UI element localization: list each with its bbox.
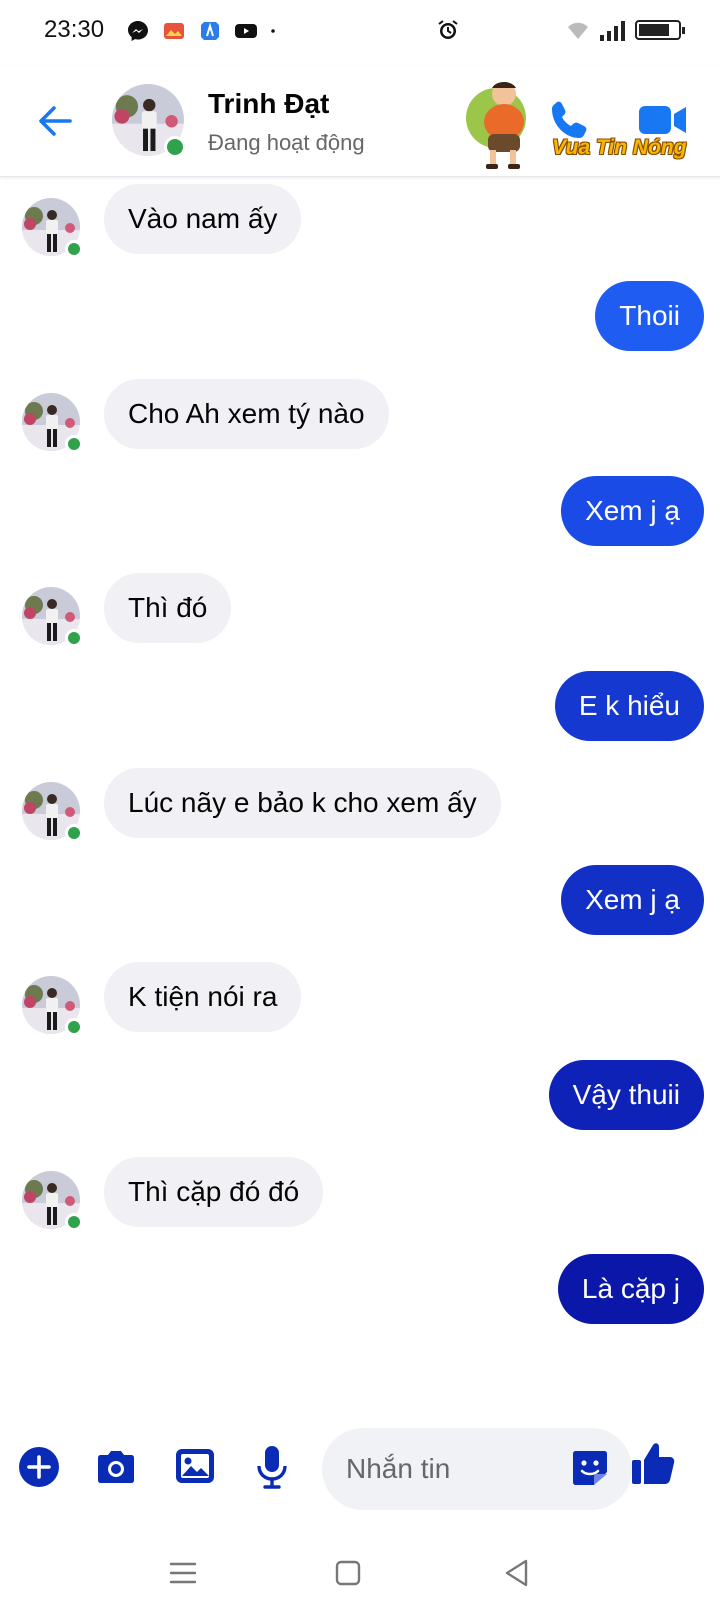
sender-avatar[interactable] <box>22 198 83 258</box>
sender-avatar[interactable] <box>22 782 83 842</box>
online-indicator <box>65 1213 83 1231</box>
online-indicator <box>65 240 83 258</box>
outgoing-message[interactable]: E k hiểu <box>554 671 704 741</box>
incoming-message[interactable]: Cho Ah xem tý nào <box>104 379 389 449</box>
online-indicator <box>65 824 83 842</box>
sender-avatar[interactable] <box>22 393 83 453</box>
outgoing-message[interactable]: Vậy thuii <box>548 1060 704 1130</box>
recent-apps-icon[interactable] <box>166 1556 200 1590</box>
signal-icon <box>600 19 625 41</box>
contact-name[interactable]: Trinh Đạt <box>208 88 329 120</box>
incoming-message[interactable]: Vào nam ấy <box>104 184 302 254</box>
presence-status: Đang hoạt động <box>208 130 365 155</box>
system-nav-bar <box>0 1530 720 1612</box>
system-icons <box>436 18 685 42</box>
online-indicator <box>164 136 186 158</box>
contact-avatar[interactable] <box>112 84 186 158</box>
sender-avatar[interactable] <box>22 587 83 647</box>
more-dot-icon <box>271 29 275 33</box>
outgoing-message[interactable]: Xem j ạ <box>561 476 704 546</box>
incoming-message[interactable]: Thì đó <box>104 573 232 643</box>
photos-icon <box>164 23 184 39</box>
phone-icon[interactable] <box>548 98 592 142</box>
online-indicator <box>65 1018 83 1036</box>
camera-icon[interactable] <box>94 1447 138 1487</box>
thumbs-up-icon[interactable] <box>630 1440 676 1488</box>
facebook-lite-icon <box>201 22 219 40</box>
outgoing-message[interactable]: Là cặp j <box>557 1254 704 1324</box>
microphone-icon[interactable] <box>256 1444 288 1490</box>
notification-icons <box>126 19 282 43</box>
home-icon[interactable] <box>331 1556 365 1590</box>
online-indicator <box>65 629 83 647</box>
composer <box>0 1420 720 1530</box>
sticker-icon[interactable] <box>570 1448 610 1488</box>
incoming-message[interactable]: Thì cặp đó đó <box>104 1157 324 1227</box>
chat-header: Trinh Đạt Đang hoạt động Vua Tin Nóng <box>0 66 720 177</box>
sender-avatar[interactable] <box>22 976 83 1036</box>
messenger-icon <box>128 21 148 41</box>
wifi-icon <box>568 22 588 39</box>
gallery-icon[interactable] <box>174 1446 216 1486</box>
alarm-icon <box>438 20 458 39</box>
incoming-message[interactable]: Lúc nãy e bảo k cho xem ấy <box>104 768 501 838</box>
back-arrow-icon[interactable] <box>34 100 76 142</box>
sender-avatar[interactable] <box>22 1171 83 1231</box>
online-indicator <box>65 435 83 453</box>
outgoing-message[interactable]: Xem j ạ <box>561 865 704 935</box>
outgoing-message[interactable]: Thoii <box>595 281 704 351</box>
watermark-mascot-icon <box>466 82 526 169</box>
status-bar: 23:30 <box>0 0 720 66</box>
status-time: 23:30 <box>44 16 105 43</box>
battery-icon <box>635 20 685 40</box>
incoming-message[interactable]: K tiện nói ra <box>104 962 302 1032</box>
video-camera-icon[interactable] <box>638 100 688 140</box>
plus-icon[interactable] <box>18 1446 60 1488</box>
back-icon[interactable] <box>500 1556 534 1590</box>
youtube-icon <box>235 24 257 38</box>
